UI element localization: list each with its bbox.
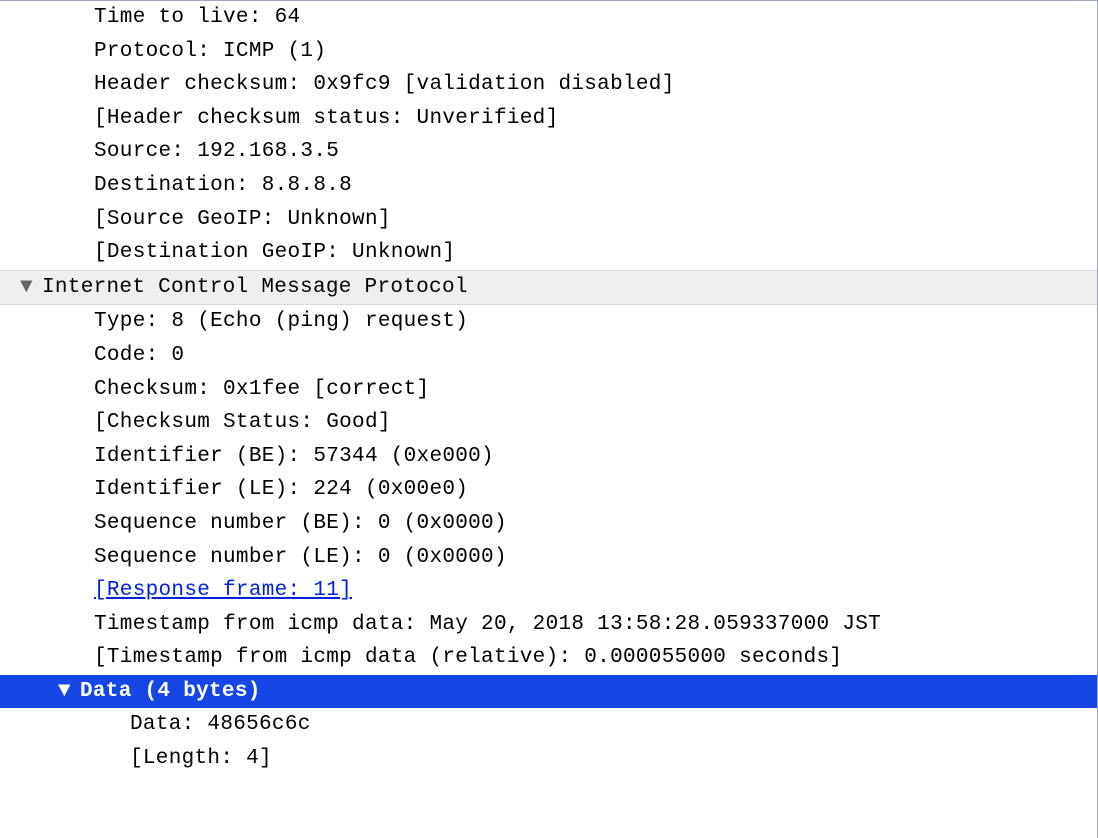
ip-source-field[interactable]: Source: 192.168.3.5 bbox=[0, 135, 1097, 169]
icmp-timestamp-field[interactable]: Timestamp from icmp data: May 20, 2018 1… bbox=[0, 608, 1097, 642]
field-value: Identifier (LE): 224 (0x00e0) bbox=[94, 473, 468, 507]
data-bytes-field[interactable]: Data: 48656c6c bbox=[0, 708, 1097, 742]
ip-ttl-field[interactable]: Time to live: 64 bbox=[0, 1, 1097, 35]
field-value: Type: 8 (Echo (ping) request) bbox=[94, 305, 468, 339]
icmp-identifier-be-field[interactable]: Identifier (BE): 57344 (0xe000) bbox=[0, 440, 1097, 474]
field-value: Timestamp from icmp data: May 20, 2018 1… bbox=[94, 608, 881, 642]
section-label: Internet Control Message Protocol bbox=[42, 271, 468, 305]
icmp-checksum-status-field[interactable]: [Checksum Status: Good] bbox=[0, 406, 1097, 440]
ip-header-checksum-status-field[interactable]: [Header checksum status: Unverified] bbox=[0, 102, 1097, 136]
icmp-identifier-le-field[interactable]: Identifier (LE): 224 (0x00e0) bbox=[0, 473, 1097, 507]
icmp-code-field[interactable]: Code: 0 bbox=[0, 339, 1097, 373]
ip-source-geoip-field[interactable]: [Source GeoIP: Unknown] bbox=[0, 203, 1097, 237]
field-value: Identifier (BE): 57344 (0xe000) bbox=[94, 440, 494, 474]
ip-protocol-field[interactable]: Protocol: ICMP (1) bbox=[0, 35, 1097, 69]
data-length-field[interactable]: [Length: 4] bbox=[0, 742, 1097, 776]
field-value: Sequence number (BE): 0 (0x0000) bbox=[94, 507, 507, 541]
icmp-response-frame-field[interactable]: [Response frame: 11] bbox=[0, 574, 1097, 608]
field-value: Time to live: 64 bbox=[94, 1, 300, 35]
icmp-checksum-field[interactable]: Checksum: 0x1fee [correct] bbox=[0, 373, 1097, 407]
icmp-section-header[interactable]: ▼ Internet Control Message Protocol bbox=[0, 270, 1097, 306]
data-section-header[interactable]: ▼ Data (4 bytes) bbox=[0, 675, 1097, 709]
field-value: [Checksum Status: Good] bbox=[94, 406, 391, 440]
field-value: [Header checksum status: Unverified] bbox=[94, 102, 558, 136]
icmp-type-field[interactable]: Type: 8 (Echo (ping) request) bbox=[0, 305, 1097, 339]
ip-header-checksum-field[interactable]: Header checksum: 0x9fc9 [validation disa… bbox=[0, 68, 1097, 102]
field-value: [Length: 4] bbox=[130, 742, 272, 776]
field-value: Data: 48656c6c bbox=[130, 708, 311, 742]
field-value: Header checksum: 0x9fc9 [validation disa… bbox=[94, 68, 675, 102]
ip-destination-field[interactable]: Destination: 8.8.8.8 bbox=[0, 169, 1097, 203]
field-value: Sequence number (LE): 0 (0x0000) bbox=[94, 541, 507, 575]
icmp-seq-le-field[interactable]: Sequence number (LE): 0 (0x0000) bbox=[0, 541, 1097, 575]
field-value: Source: 192.168.3.5 bbox=[94, 135, 339, 169]
chevron-down-icon[interactable]: ▼ bbox=[58, 675, 74, 709]
chevron-down-icon[interactable]: ▼ bbox=[20, 271, 36, 305]
field-value: Protocol: ICMP (1) bbox=[94, 35, 326, 69]
field-value: Checksum: 0x1fee [correct] bbox=[94, 373, 429, 407]
field-value: [Destination GeoIP: Unknown] bbox=[94, 236, 455, 270]
icmp-seq-be-field[interactable]: Sequence number (BE): 0 (0x0000) bbox=[0, 507, 1097, 541]
field-value: Destination: 8.8.8.8 bbox=[94, 169, 352, 203]
field-value: Code: 0 bbox=[94, 339, 184, 373]
ip-destination-geoip-field[interactable]: [Destination GeoIP: Unknown] bbox=[0, 236, 1097, 270]
field-value: [Source GeoIP: Unknown] bbox=[94, 203, 391, 237]
field-value: [Timestamp from icmp data (relative): 0.… bbox=[94, 641, 842, 675]
icmp-timestamp-relative-field[interactable]: [Timestamp from icmp data (relative): 0.… bbox=[0, 641, 1097, 675]
section-label: Data (4 bytes) bbox=[80, 675, 261, 709]
response-frame-link[interactable]: [Response frame: 11] bbox=[94, 574, 352, 608]
